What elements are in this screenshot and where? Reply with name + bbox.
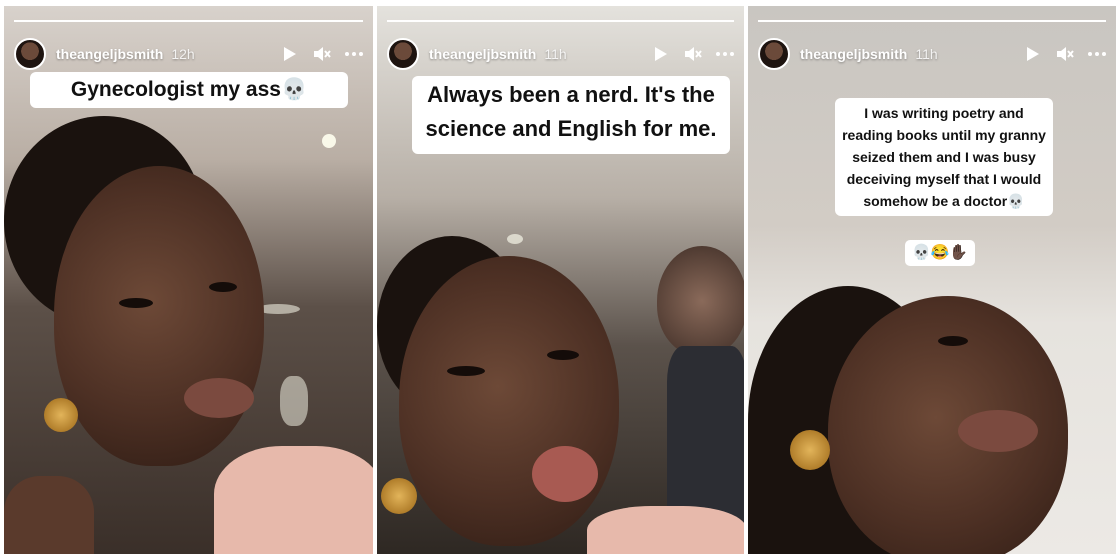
story-header: theangeljbsmith 12h — [14, 36, 363, 72]
eye — [119, 298, 153, 308]
story-header: theangeljbsmith 11h — [758, 36, 1106, 72]
face — [54, 166, 264, 466]
lips — [958, 410, 1038, 452]
eye — [209, 282, 237, 292]
story-panel-1[interactable]: theangeljbsmith 12h Gynecologist my ass💀 — [4, 6, 373, 554]
username[interactable]: theangeljbsmith — [56, 46, 163, 62]
username[interactable]: theangeljbsmith — [800, 46, 907, 62]
eye — [547, 350, 579, 360]
eye — [938, 336, 968, 346]
mute-icon[interactable] — [684, 45, 702, 63]
ceiling-light — [322, 134, 336, 148]
story-caption: Gynecologist my ass💀 — [30, 72, 348, 108]
story-caption-emoji: 💀😂✋🏿 — [905, 240, 975, 266]
story-panel-3[interactable]: theangeljbsmith 11h I was writing poetry… — [748, 6, 1116, 554]
ceiling-light — [507, 234, 523, 244]
play-icon[interactable] — [1024, 45, 1042, 63]
mute-icon[interactable] — [1056, 45, 1074, 63]
story-caption: I was writing poetry and reading books u… — [835, 98, 1053, 216]
shirt — [214, 446, 373, 554]
earring — [44, 398, 78, 432]
shirt — [587, 506, 744, 554]
story-header: theangeljbsmith 11h — [387, 36, 734, 72]
background-person-shirt — [667, 346, 744, 526]
story-progress-bar — [758, 20, 1106, 22]
username[interactable]: theangeljbsmith — [429, 46, 536, 62]
earring — [381, 478, 417, 514]
story-caption: Always been a nerd. It's the science and… — [412, 76, 730, 154]
tongue-out-lips — [532, 446, 598, 502]
avatar[interactable] — [387, 38, 419, 70]
mute-icon[interactable] — [313, 45, 331, 63]
timestamp: 11h — [544, 46, 567, 62]
more-icon[interactable] — [345, 45, 363, 63]
face — [399, 256, 619, 546]
more-icon[interactable] — [1088, 45, 1106, 63]
lamp — [280, 376, 308, 426]
timestamp: 11h — [915, 46, 938, 62]
background-person — [657, 246, 744, 356]
story-progress-bar — [387, 20, 734, 22]
story-panel-2[interactable]: theangeljbsmith 11h Always been a nerd. … — [377, 6, 744, 554]
hand — [4, 476, 94, 554]
avatar[interactable] — [758, 38, 790, 70]
more-icon[interactable] — [716, 45, 734, 63]
play-icon[interactable] — [652, 45, 670, 63]
avatar[interactable] — [14, 38, 46, 70]
earring — [790, 430, 830, 470]
timestamp: 12h — [171, 46, 195, 62]
story-progress-bar — [14, 20, 363, 22]
play-icon[interactable] — [281, 45, 299, 63]
lips — [184, 378, 254, 418]
eye — [447, 366, 485, 376]
